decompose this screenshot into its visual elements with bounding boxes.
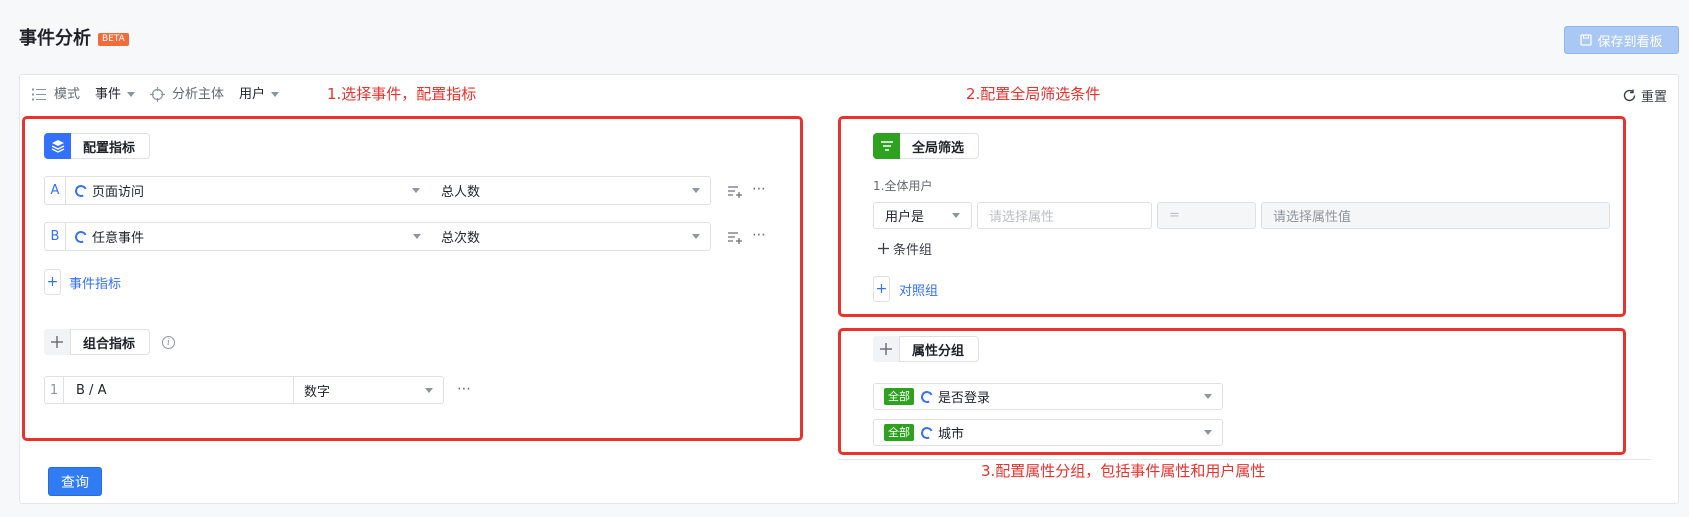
add-event-metric-label: 事件指标 — [69, 276, 122, 292]
property-icon — [919, 424, 935, 441]
chevron-down-icon — [1204, 430, 1212, 435]
refresh-icon — [1623, 89, 1636, 102]
chevron-down-icon — [412, 188, 420, 193]
combo-section-header[interactable]: 组合指标 — [44, 329, 151, 355]
measure-value: 总人数 — [441, 185, 481, 200]
add-event-metric-button[interactable]: + 事件指标 — [44, 269, 121, 295]
group-by-select[interactable]: 全部 是否登录 — [873, 383, 1223, 410]
group-by-select[interactable]: 全部 城市 — [873, 419, 1223, 446]
metric-row-a: A 页面访问 总人数 — [44, 176, 711, 205]
plus-icon: + — [873, 276, 890, 302]
chevron-down-icon — [692, 188, 700, 193]
mode-value: 事件 — [95, 87, 122, 102]
chevron-down-icon — [692, 234, 700, 239]
combo-title: 组合指标 — [83, 336, 136, 352]
more-icon[interactable]: ⋯ — [752, 227, 766, 243]
plus-icon: + — [44, 269, 61, 295]
divider — [838, 459, 1651, 460]
tag-all: 全部 — [884, 424, 914, 441]
filter-icon — [873, 133, 900, 159]
metric-letter: B — [45, 223, 66, 250]
tag-all: 全部 — [884, 388, 914, 405]
subject-label: 分析主体 — [172, 87, 225, 102]
chevron-down-icon — [127, 92, 136, 97]
filter-attr-select[interactable]: 请选择属性 — [977, 202, 1152, 229]
formula-input[interactable]: B / A — [64, 377, 294, 403]
plus-icon — [878, 243, 889, 254]
annotation-step3: 3.配置属性分组，包括事件属性和用户属性 — [981, 462, 1266, 480]
filter-scope: 1.全体用户 — [873, 179, 933, 193]
save-icon — [1580, 34, 1593, 46]
measure-value: 总次数 — [441, 231, 481, 246]
filter-section-header: 全局筛选 — [873, 133, 980, 159]
chevron-down-icon — [271, 92, 280, 97]
filter-value-placeholder: 请选择属性值 — [1273, 210, 1352, 225]
subject-select[interactable]: 用户 — [239, 86, 280, 104]
metric-letter: A — [45, 177, 66, 204]
subject-value: 用户 — [239, 87, 266, 102]
chevron-down-icon — [413, 234, 421, 239]
reset-button[interactable]: 重置 — [1622, 86, 1667, 105]
mode-select[interactable]: 事件 — [95, 86, 136, 104]
filter-op-select[interactable]: = — [1157, 202, 1256, 229]
add-condition-group-label: 条件组 — [893, 243, 933, 258]
event-select[interactable]: 任意事件 — [66, 223, 431, 250]
chevron-down-icon — [952, 213, 960, 218]
event-value: 任意事件 — [92, 231, 145, 246]
more-icon[interactable]: ⋯ — [457, 381, 471, 397]
event-icon — [73, 182, 89, 199]
save-to-dashboard-label: 保存到看板 — [1597, 33, 1663, 49]
add-compare-group-label: 对照组 — [899, 283, 939, 299]
filter-value-select[interactable]: 请选择属性值 — [1261, 202, 1610, 229]
add-condition-group-button[interactable]: 条件组 — [878, 239, 932, 258]
group-by-value: 城市 — [938, 427, 965, 442]
info-icon[interactable]: i — [162, 336, 175, 349]
event-value: 页面访问 — [92, 185, 145, 200]
annotation-step1: 1.选择事件，配置指标 — [327, 85, 477, 103]
combo-index: 1 — [45, 377, 64, 403]
group-by-value: 是否登录 — [938, 391, 991, 406]
filter-subject-value: 用户是 — [885, 210, 925, 225]
chevron-down-icon — [1204, 394, 1212, 399]
event-select[interactable]: 页面访问 — [66, 177, 431, 204]
more-icon[interactable]: ⋯ — [752, 181, 766, 197]
query-button[interactable]: 查询 — [48, 467, 102, 496]
metric-row-b: B 任意事件 总次数 — [44, 222, 711, 251]
filter-title: 全局筛选 — [912, 140, 965, 156]
combo-row: 1 B / A 数字 — [44, 376, 444, 404]
layers-icon — [44, 133, 71, 159]
filter-add-icon[interactable] — [728, 232, 742, 244]
list-icon — [32, 88, 46, 101]
crosshair-icon — [150, 87, 165, 102]
save-to-dashboard-button[interactable]: 保存到看板 — [1564, 26, 1679, 54]
page-title: 事件分析 — [19, 28, 91, 49]
formula-value: B / A — [76, 382, 107, 398]
filter-op-value: = — [1169, 208, 1180, 223]
measure-select[interactable]: 总人数 — [431, 177, 710, 204]
metrics-section-header: 配置指标 — [44, 133, 151, 159]
event-icon — [73, 228, 89, 245]
add-compare-group-button[interactable]: + 对照组 — [873, 276, 938, 302]
format-value: 数字 — [304, 384, 331, 400]
beta-badge: BETA — [98, 33, 129, 46]
plus-icon — [873, 336, 900, 362]
annotation-step2: 2.配置全局筛选条件 — [966, 85, 1101, 103]
property-icon — [919, 388, 935, 405]
filter-attr-placeholder: 请选择属性 — [989, 210, 1055, 225]
reset-label: 重置 — [1641, 90, 1668, 105]
mode-label: 模式 — [54, 87, 81, 102]
format-select[interactable]: 数字 — [294, 377, 443, 403]
plus-icon — [44, 329, 71, 355]
filter-subject-select[interactable]: 用户是 — [873, 202, 972, 229]
filter-add-icon[interactable] — [728, 186, 742, 198]
grouping-section-header[interactable]: 属性分组 — [873, 336, 980, 362]
measure-select[interactable]: 总次数 — [431, 223, 710, 250]
metrics-title: 配置指标 — [83, 140, 136, 156]
chevron-down-icon — [425, 387, 433, 393]
grouping-title: 属性分组 — [912, 343, 965, 359]
